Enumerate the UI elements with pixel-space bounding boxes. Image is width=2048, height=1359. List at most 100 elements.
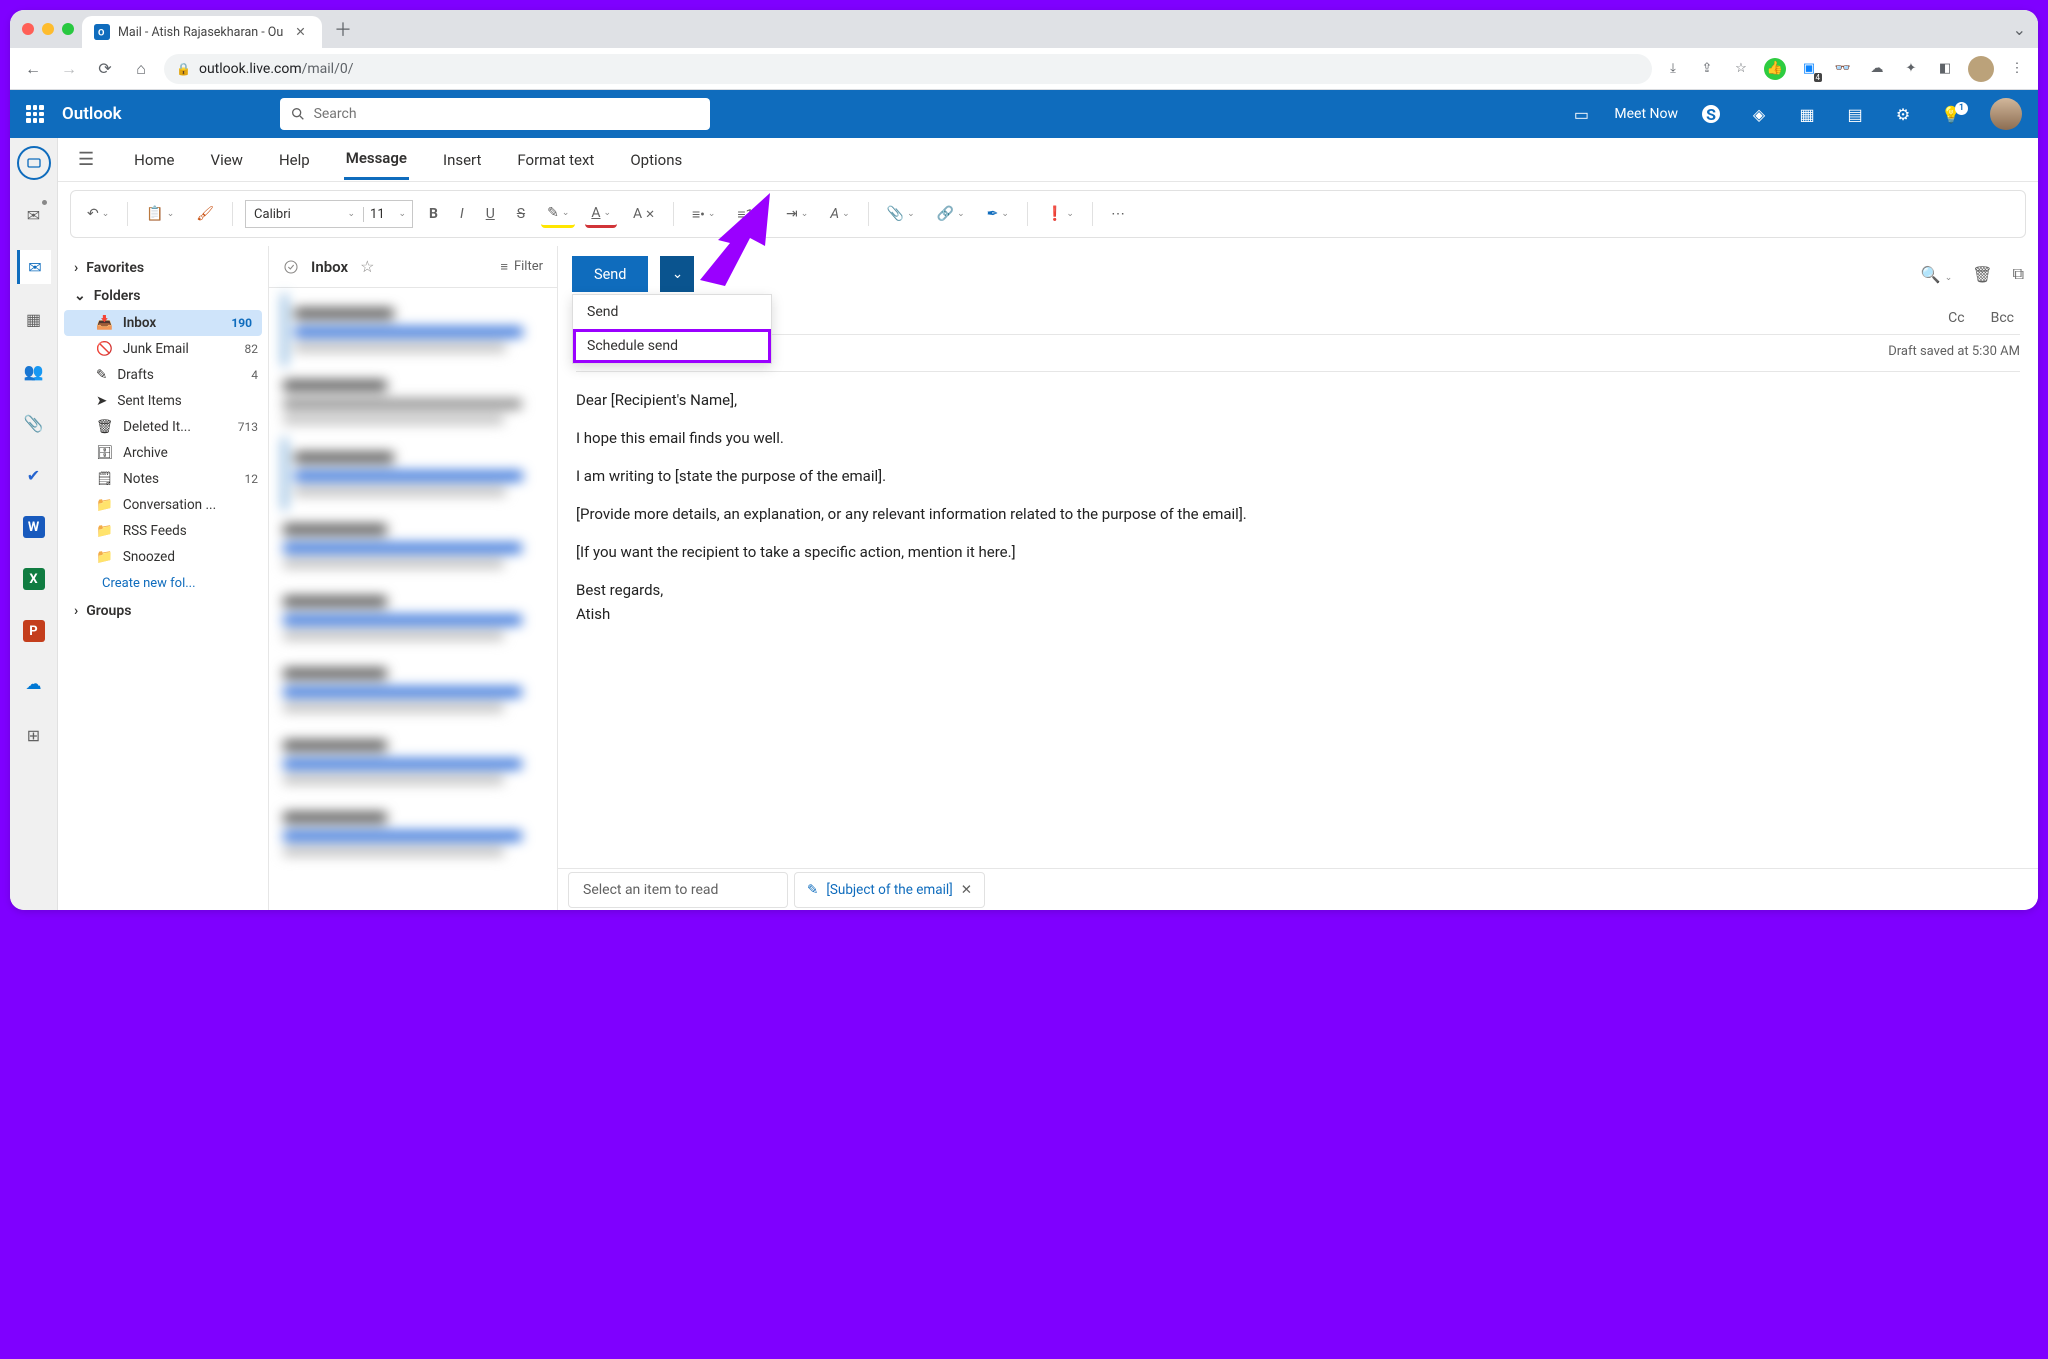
more-options-button[interactable]: ⋯ xyxy=(1105,202,1131,226)
extension-icon[interactable]: ▣4 xyxy=(1798,58,1820,80)
indent-button[interactable]: ⇥⌄ xyxy=(780,202,814,226)
share-icon[interactable]: ⇪ xyxy=(1696,58,1718,80)
close-draft-tab-icon[interactable]: ✕ xyxy=(961,882,972,898)
create-new-folder-link[interactable]: Create new fol... xyxy=(58,570,268,597)
files-rail-icon[interactable]: 📎 xyxy=(17,406,51,440)
send-button[interactable]: Send xyxy=(572,256,648,292)
onedrive-rail-icon[interactable]: ☁ xyxy=(17,666,51,700)
address-bar[interactable]: 🔒 outlook.live.com/mail/0/ xyxy=(164,54,1652,84)
folders-section[interactable]: ⌄Folders xyxy=(58,282,268,310)
premium-icon[interactable]: ◈ xyxy=(1744,105,1774,124)
select-all-icon[interactable] xyxy=(283,259,299,275)
install-pwa-icon[interactable]: ⤓ xyxy=(1662,58,1684,80)
tab-view[interactable]: View xyxy=(209,141,245,179)
profile-avatar[interactable] xyxy=(1968,56,1994,82)
zoom-icon[interactable]: 🔍 ⌄ xyxy=(1921,265,1952,284)
settings-icon[interactable]: ⚙ xyxy=(1888,105,1918,124)
powerpoint-rail-icon[interactable]: P xyxy=(17,614,51,648)
home-button[interactable]: ⌂ xyxy=(128,56,154,82)
meet-camera-icon[interactable]: ▭ xyxy=(1566,105,1596,124)
styles-button[interactable]: A⌄ xyxy=(824,202,855,226)
undo-button[interactable]: ↶ ⌄ xyxy=(81,202,115,226)
strikethrough-button[interactable]: S xyxy=(511,202,531,226)
account-avatar[interactable] xyxy=(1990,98,2022,130)
folder-notes[interactable]: 🗒Notes12 xyxy=(58,466,268,492)
bullets-button[interactable]: ≡•⌄ xyxy=(686,202,721,227)
extensions-menu-icon[interactable]: ✦ xyxy=(1900,58,1922,80)
tab-help[interactable]: Help xyxy=(277,141,312,179)
folder-drafts[interactable]: ✎Drafts4 xyxy=(58,362,268,388)
extension-icon[interactable]: ☁︎ xyxy=(1866,58,1888,80)
menu-send[interactable]: Send xyxy=(573,295,771,329)
folder-snoozed[interactable]: 📁Snoozed xyxy=(58,544,268,570)
tab-home[interactable]: Home xyxy=(132,141,176,179)
highlight-button[interactable]: ✎⌄ xyxy=(541,201,575,228)
font-size-select[interactable]: 11⌄ xyxy=(364,207,412,222)
importance-button[interactable]: ❗⌄ xyxy=(1040,202,1080,226)
search-input[interactable] xyxy=(314,106,700,122)
minimize-window-button[interactable] xyxy=(42,23,54,35)
font-color-button[interactable]: A⌄ xyxy=(585,201,617,228)
skype-icon[interactable]: S xyxy=(1696,105,1726,123)
folder-junk[interactable]: 🚫Junk Email82 xyxy=(58,336,268,362)
tab-message[interactable]: Message xyxy=(344,139,409,180)
mail-rail-icon[interactable]: ✉ xyxy=(17,198,51,232)
format-painter-button[interactable]: 🖌 xyxy=(190,202,220,226)
numbering-button[interactable]: ≡1⌄ xyxy=(731,202,770,227)
filter-button[interactable]: ≡Filter xyxy=(500,259,543,275)
favorites-section[interactable]: ›Favorites xyxy=(58,254,268,282)
close-window-button[interactable] xyxy=(22,23,34,35)
popout-icon[interactable]: ⧉ xyxy=(2013,264,2024,284)
maximize-window-button[interactable] xyxy=(62,23,74,35)
groups-section[interactable]: ›Groups xyxy=(58,597,268,625)
app-launcher-icon[interactable] xyxy=(26,105,44,123)
cc-button[interactable]: Cc xyxy=(1942,310,1970,326)
browser-tab[interactable]: O Mail - Atish Rajasekharan - Ou ✕ xyxy=(82,16,322,48)
mail-rail-active-icon[interactable]: ✉ xyxy=(17,250,51,284)
calendar-rail-icon[interactable]: ▦ xyxy=(17,302,51,336)
message-list-body[interactable] xyxy=(269,288,557,910)
folder-deleted[interactable]: 🗑Deleted It...713 xyxy=(58,414,268,440)
tab-format-text[interactable]: Format text xyxy=(515,141,596,179)
nav-toggle-icon[interactable]: ☰ xyxy=(78,149,94,170)
search-box[interactable] xyxy=(280,98,710,130)
favorite-star-icon[interactable]: ☆ xyxy=(360,257,374,276)
extension-icon[interactable]: 👓 xyxy=(1832,58,1854,80)
outlook-logo-icon[interactable] xyxy=(17,146,51,180)
tab-options[interactable]: Options xyxy=(628,141,684,179)
menu-schedule-send[interactable]: Schedule send xyxy=(573,329,771,363)
new-tab-button[interactable]: ＋ xyxy=(330,12,356,46)
sidepanel-icon[interactable]: ◧ xyxy=(1934,58,1956,80)
chrome-menu-icon[interactable]: ⋮ xyxy=(2006,58,2028,80)
font-family-select[interactable]: Calibri⌄ 11⌄ xyxy=(245,200,413,228)
teams-icon[interactable]: ▦ xyxy=(1792,105,1822,124)
attach-button[interactable]: 📎⌄ xyxy=(881,202,921,226)
discard-icon[interactable]: 🗑 xyxy=(1972,265,1992,284)
folder-conversation-history[interactable]: 📁Conversation ... xyxy=(58,492,268,518)
folder-inbox[interactable]: 📥Inbox190 xyxy=(64,310,262,336)
meet-now-link[interactable]: Meet Now xyxy=(1614,106,1678,122)
signature-button[interactable]: ✒⌄ xyxy=(981,202,1015,226)
excel-rail-icon[interactable]: X xyxy=(17,562,51,596)
people-rail-icon[interactable]: 👥 xyxy=(17,354,51,388)
more-apps-rail-icon[interactable]: ⊞ xyxy=(17,718,51,752)
paste-button[interactable]: 📋 ⌄ xyxy=(140,202,180,226)
italic-button[interactable]: I xyxy=(454,202,470,226)
tabs-overflow-icon[interactable]: ⌄ xyxy=(2013,20,2026,39)
planner-icon[interactable]: ▤ xyxy=(1840,105,1870,124)
bcc-button[interactable]: Bcc xyxy=(1985,310,2020,326)
tab-insert[interactable]: Insert xyxy=(441,141,483,179)
reload-button[interactable]: ⟳ xyxy=(92,56,118,82)
draft-tab[interactable]: ✎ [Subject of the email] ✕ xyxy=(794,872,985,908)
word-rail-icon[interactable]: W xyxy=(17,510,51,544)
link-button[interactable]: 🔗⌄ xyxy=(931,202,971,226)
close-tab-icon[interactable]: ✕ xyxy=(295,24,305,40)
send-dropdown-button[interactable]: ⌄ xyxy=(660,256,694,292)
folder-rss[interactable]: 📁RSS Feeds xyxy=(58,518,268,544)
back-button[interactable]: ← xyxy=(20,56,46,82)
tips-icon[interactable]: 💡1 xyxy=(1936,105,1966,124)
clear-formatting-button[interactable]: A✕ xyxy=(627,202,661,226)
compose-body[interactable]: Dear [Recipient's Name], I hope this ema… xyxy=(558,372,2038,910)
folder-archive[interactable]: 🗄Archive xyxy=(58,440,268,466)
forward-button[interactable]: → xyxy=(56,56,82,82)
